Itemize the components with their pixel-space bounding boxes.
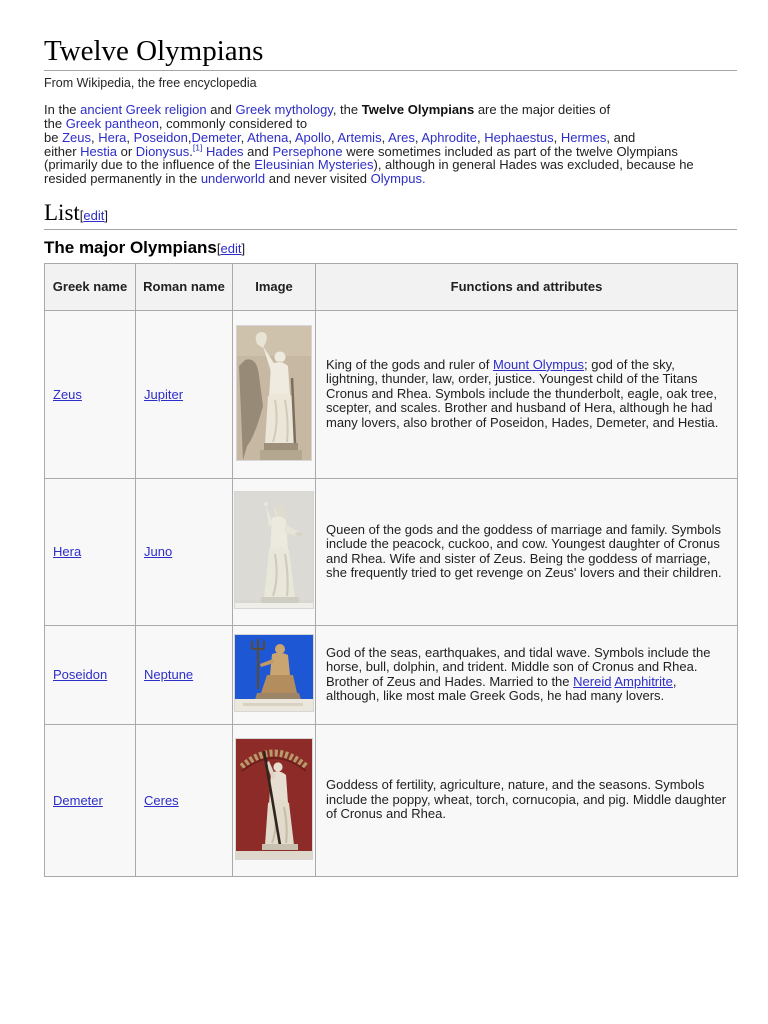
wiki-link[interactable]: Zeus	[62, 130, 91, 145]
olympians-table: Greek name Roman name Image Functions an…	[44, 262, 738, 877]
edit-bracket-close: ]	[104, 207, 108, 223]
greek-name-link-hera[interactable]: Hera	[53, 544, 81, 559]
wiki-link[interactable]: Aphrodite	[421, 130, 477, 145]
greek-name-link-poseidon[interactable]: Poseidon	[53, 667, 107, 682]
edit-section: [edit]	[217, 241, 245, 256]
roman-name-link-ceres[interactable]: Ceres	[144, 793, 179, 808]
wiki-link[interactable]: Hermes	[561, 130, 607, 145]
edit-link-major-olympians[interactable]: edit	[221, 241, 242, 256]
wiki-link[interactable]: Artemis	[338, 130, 382, 145]
table-row-poseidon: Poseidon Neptune God of the seas, earthq…	[44, 624, 738, 725]
wiki-link[interactable]: Eleusinian Mysteries	[254, 157, 373, 172]
description-cell-poseidon: God of the seas, earthquakes, and tidal …	[315, 624, 738, 725]
reference-link[interactable]: [1]	[193, 142, 202, 152]
table-row-zeus: Zeus Jupiter King of the gods and ruler …	[44, 309, 738, 479]
roman-name-link-neptune[interactable]: Neptune	[144, 667, 193, 682]
poseidon-statue-image[interactable]	[235, 635, 313, 712]
col-header-greek-name: Greek name	[44, 262, 136, 311]
section-title-list: List	[44, 199, 80, 225]
wiki-link[interactable]: Greek pantheon	[66, 116, 159, 131]
wiki-link[interactable]: Hestia	[80, 144, 117, 159]
page-subtitle: From Wikipedia, the free encyclopedia	[44, 76, 257, 91]
intro-paragraph: In the ancient Greek religion and Greek …	[44, 102, 694, 187]
wiki-link[interactable]: ancient Greek religion	[80, 102, 206, 117]
wiki-link[interactable]: Nereid	[573, 674, 611, 689]
greek-name-link-zeus[interactable]: Zeus	[53, 387, 82, 402]
wiki-link[interactable]: Dionysus	[136, 144, 189, 159]
description-cell-hera: Queen of the gods and the goddess of mar…	[315, 477, 738, 626]
col-header-functions: Functions and attributes	[315, 262, 738, 311]
wiki-link[interactable]: Ares	[388, 130, 415, 145]
wiki-link[interactable]: Poseidon	[134, 130, 188, 145]
document-page: Twelve Olympians From Wikipedia, the fre…	[0, 0, 768, 1024]
wiki-link[interactable]: Amphitrite	[614, 674, 673, 689]
section-title-major-olympians: The major Olympians	[44, 238, 217, 258]
zeus-statue-image[interactable]	[237, 325, 311, 460]
edit-link-list[interactable]: edit	[83, 208, 104, 223]
wiki-link[interactable]: Persephone	[272, 144, 342, 159]
col-header-roman-name: Roman name	[135, 262, 233, 311]
demeter-statue-image[interactable]	[236, 738, 312, 859]
edit-bracket-close: ]	[241, 241, 246, 257]
wiki-link[interactable]: Hades	[206, 144, 244, 159]
wiki-link[interactable]: Greek mythology	[236, 102, 333, 117]
table-header-row: Greek name Roman name Image Functions an…	[44, 262, 738, 311]
table-row-demeter: Demeter Ceres Goddess of fertility, agri…	[44, 723, 738, 877]
wiki-link[interactable]: Athena	[247, 130, 288, 145]
bold-text: Twelve Olympians	[361, 102, 475, 118]
col-header-image: Image	[232, 262, 316, 311]
section-heading-major-olympians: The major Olympians[edit]	[44, 238, 737, 258]
wiki-link[interactable]: underworld	[201, 171, 265, 186]
wiki-link[interactable]: Olympus.	[371, 171, 426, 186]
table-row-hera: Hera Juno Queen of the gods and the godd…	[44, 477, 738, 626]
roman-name-link-juno[interactable]: Juno	[144, 544, 172, 559]
edit-section: [edit]	[80, 208, 108, 223]
page-title: Twelve Olympians	[44, 35, 737, 72]
wiki-link[interactable]: Hephaestus	[484, 130, 553, 145]
section-heading-list: List[edit]	[44, 199, 737, 231]
hera-statue-image[interactable]	[235, 492, 313, 609]
wiki-link[interactable]: Hera	[98, 130, 126, 145]
wiki-link[interactable]: Apollo	[295, 130, 331, 145]
roman-name-link-jupiter[interactable]: Jupiter	[144, 387, 183, 402]
description-cell-zeus: King of the gods and ruler of Mount Olym…	[315, 309, 738, 479]
greek-name-link-demeter[interactable]: Demeter	[53, 793, 103, 808]
wiki-link[interactable]: Mount Olympus	[493, 357, 584, 372]
description-cell-demeter: Goddess of fertility, agriculture, natur…	[315, 723, 738, 877]
